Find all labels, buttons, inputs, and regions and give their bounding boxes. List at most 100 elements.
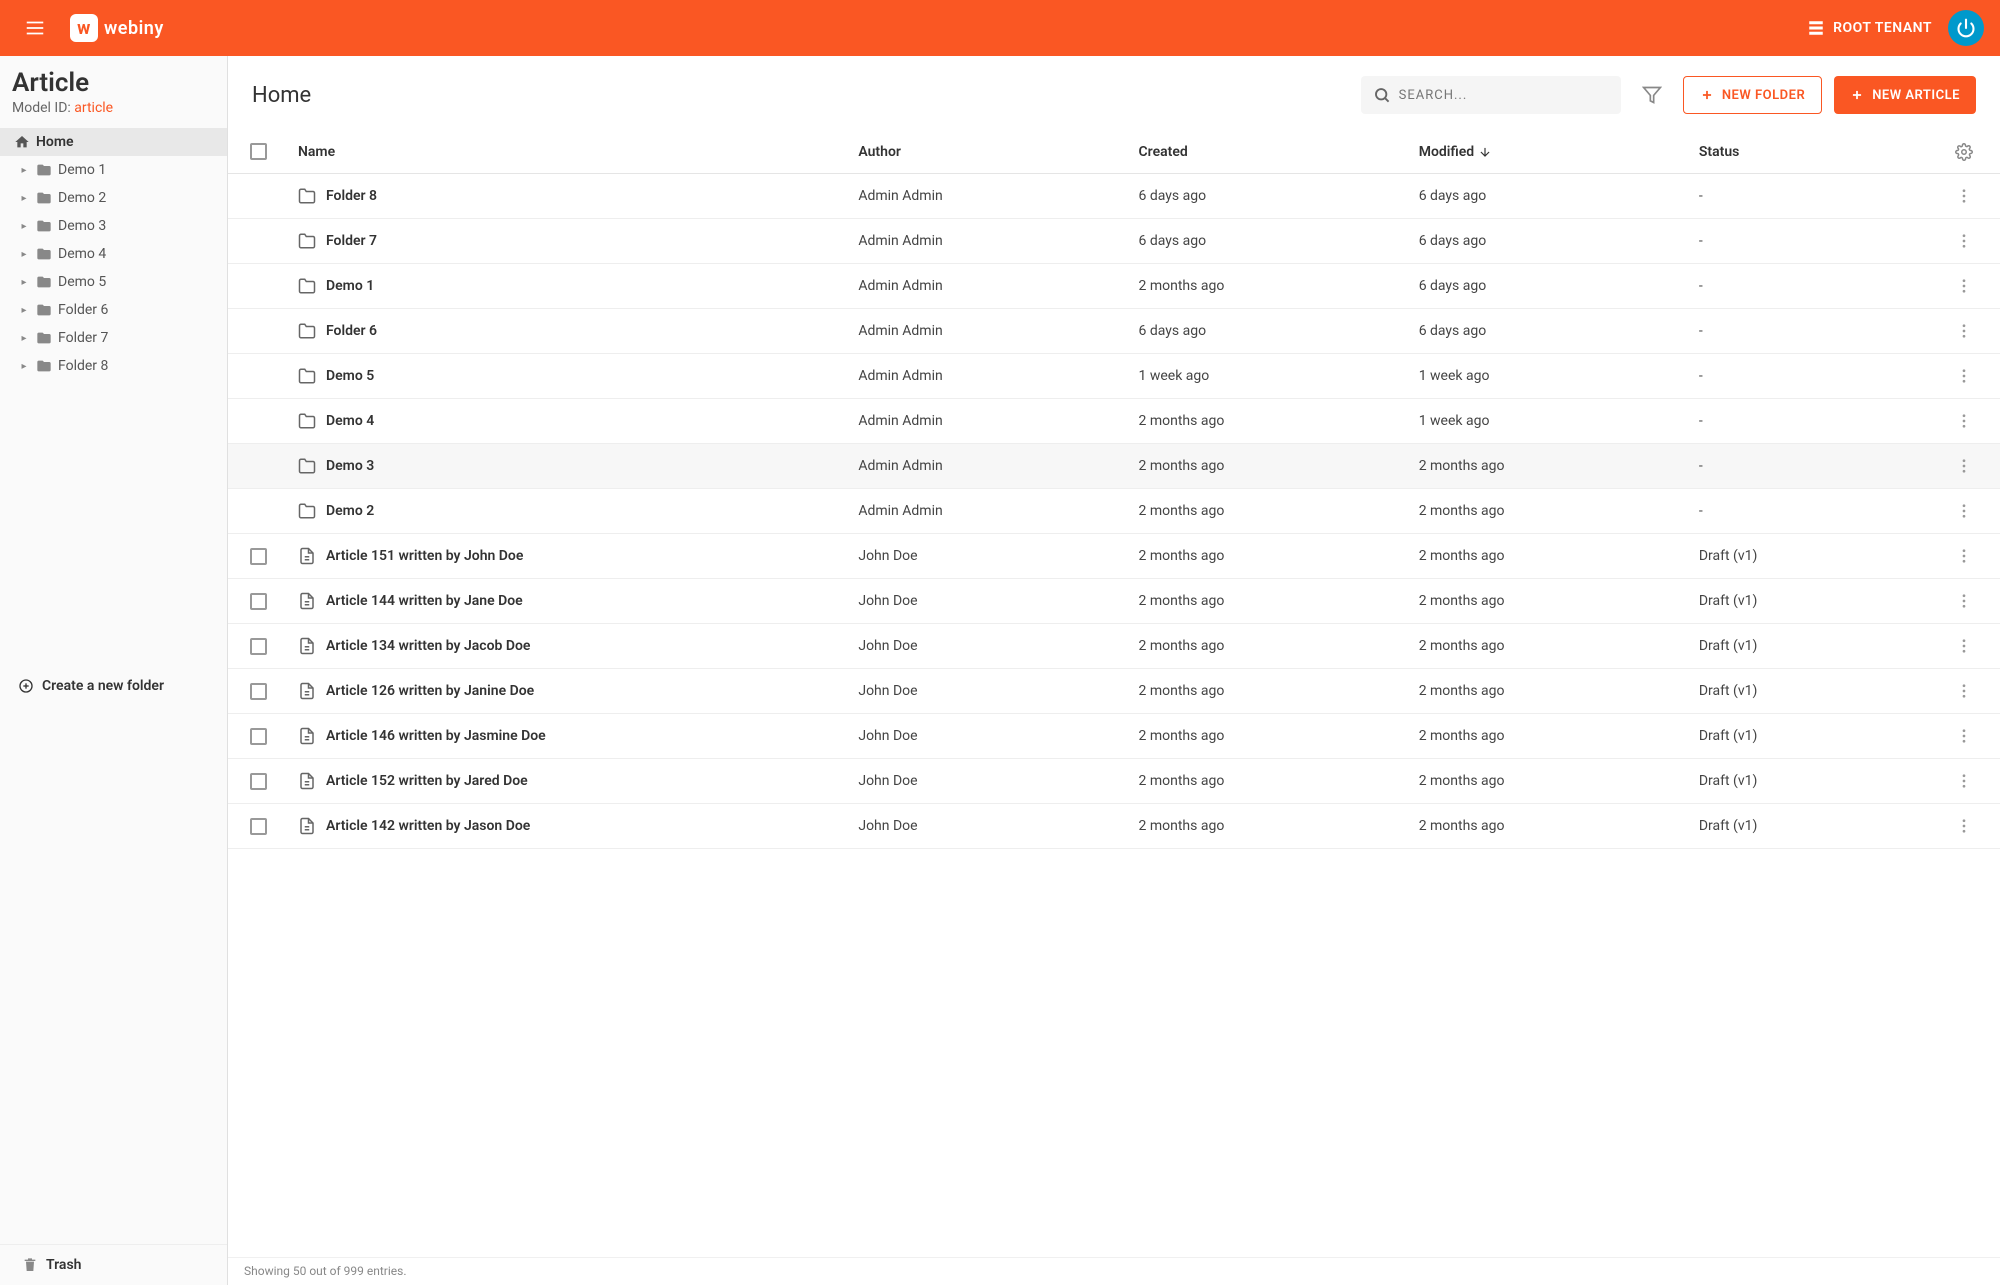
row-created: 2 months ago xyxy=(1139,683,1419,699)
tree-item[interactable]: ▸ Folder 6 xyxy=(0,296,227,324)
table-header-row: Name Author Created Modified Status xyxy=(228,130,2000,174)
table-row[interactable]: Article 146 written by Jasmine Doe John … xyxy=(228,714,2000,759)
table-row[interactable]: Article 152 written by Jared Doe John Do… xyxy=(228,759,2000,804)
select-all-checkbox[interactable] xyxy=(250,143,267,160)
account-button[interactable] xyxy=(1948,10,1984,46)
row-name: Article 144 written by Jane Doe xyxy=(326,593,523,609)
col-header-author[interactable]: Author xyxy=(858,144,1138,160)
col-header-name[interactable]: Name xyxy=(298,144,858,160)
row-name: Demo 3 xyxy=(326,458,374,474)
row-status: - xyxy=(1699,188,1944,204)
file-icon xyxy=(298,637,316,655)
row-actions-button[interactable] xyxy=(1955,637,1973,655)
file-icon xyxy=(298,682,316,700)
row-actions-button[interactable] xyxy=(1955,547,1973,565)
row-checkbox[interactable] xyxy=(250,683,267,700)
row-status: Draft (v1) xyxy=(1699,548,1944,564)
folder-icon xyxy=(298,277,316,295)
table-row[interactable]: Article 134 written by Jacob Doe John Do… xyxy=(228,624,2000,669)
table-row[interactable]: Folder 7 Admin Admin 6 days ago 6 days a… xyxy=(228,219,2000,264)
row-actions-button[interactable] xyxy=(1955,277,1973,295)
row-status: - xyxy=(1699,233,1944,249)
table-footer-count: Showing 50 out of 999 entries. xyxy=(228,1257,2000,1285)
row-checkbox[interactable] xyxy=(250,818,267,835)
trash-button[interactable]: Trash xyxy=(0,1244,227,1285)
row-modified: 6 days ago xyxy=(1419,323,1699,339)
col-header-status[interactable]: Status xyxy=(1699,144,1944,160)
tree-item[interactable]: ▸ Demo 2 xyxy=(0,184,227,212)
brand-logo[interactable]: w webiny xyxy=(70,14,164,42)
row-author: John Doe xyxy=(858,728,1138,744)
create-folder-button[interactable]: Create a new folder xyxy=(0,670,227,702)
row-checkbox[interactable] xyxy=(250,728,267,745)
tree-item[interactable]: ▸ Demo 4 xyxy=(0,240,227,268)
row-author: John Doe xyxy=(858,548,1138,564)
table-row[interactable]: Demo 2 Admin Admin 2 months ago 2 months… xyxy=(228,489,2000,534)
row-author: Admin Admin xyxy=(858,368,1138,384)
table-row[interactable]: Demo 1 Admin Admin 2 months ago 6 days a… xyxy=(228,264,2000,309)
row-actions-button[interactable] xyxy=(1955,682,1973,700)
chevron-right-icon: ▸ xyxy=(18,361,30,372)
tree-item[interactable]: ▸ Folder 7 xyxy=(0,324,227,352)
row-created: 6 days ago xyxy=(1139,233,1419,249)
new-folder-label: NEW FOLDER xyxy=(1722,88,1805,103)
row-modified: 6 days ago xyxy=(1419,278,1699,294)
row-actions-button[interactable] xyxy=(1955,772,1973,790)
new-folder-button[interactable]: NEW FOLDER xyxy=(1683,76,1822,114)
row-status: Draft (v1) xyxy=(1699,818,1944,834)
row-actions-button[interactable] xyxy=(1955,817,1973,835)
table-row[interactable]: Demo 3 Admin Admin 2 months ago 2 months… xyxy=(228,444,2000,489)
tree-item[interactable]: ▸ Folder 8 xyxy=(0,352,227,380)
tree-item[interactable]: ▸ Demo 1 xyxy=(0,156,227,184)
table-row[interactable]: Article 151 written by John Doe John Doe… xyxy=(228,534,2000,579)
filter-button[interactable] xyxy=(1633,76,1671,114)
file-icon xyxy=(298,817,316,835)
folder-icon xyxy=(36,302,52,318)
table-row[interactable]: Article 142 written by Jason Doe John Do… xyxy=(228,804,2000,849)
row-actions-button[interactable] xyxy=(1955,322,1973,340)
row-modified: 2 months ago xyxy=(1419,818,1699,834)
table-row[interactable]: Article 144 written by Jane Doe John Doe… xyxy=(228,579,2000,624)
row-actions-button[interactable] xyxy=(1955,592,1973,610)
tenant-selector[interactable]: ROOT TENANT xyxy=(1807,19,1932,37)
table-row[interactable]: Folder 6 Admin Admin 6 days ago 6 days a… xyxy=(228,309,2000,354)
row-status: - xyxy=(1699,458,1944,474)
new-article-button[interactable]: NEW ARTICLE xyxy=(1834,76,1976,114)
row-checkbox[interactable] xyxy=(250,638,267,655)
row-actions-button[interactable] xyxy=(1955,727,1973,745)
search-box[interactable] xyxy=(1361,76,1621,114)
top-bar: w webiny ROOT TENANT xyxy=(0,0,2000,56)
row-checkbox[interactable] xyxy=(250,548,267,565)
search-input[interactable] xyxy=(1399,88,1609,103)
table-row[interactable]: Demo 4 Admin Admin 2 months ago 1 week a… xyxy=(228,399,2000,444)
menu-toggle-button[interactable] xyxy=(16,9,54,47)
row-checkbox[interactable] xyxy=(250,593,267,610)
row-checkbox[interactable] xyxy=(250,773,267,790)
tree-item-label: Folder 6 xyxy=(58,302,108,318)
sort-desc-icon xyxy=(1478,145,1492,159)
tree-item-home[interactable]: Home xyxy=(0,128,227,156)
row-actions-button[interactable] xyxy=(1955,232,1973,250)
plus-circle-icon xyxy=(18,678,34,694)
row-modified: 2 months ago xyxy=(1419,458,1699,474)
tree-item-label: Home xyxy=(36,134,74,150)
tree-item[interactable]: ▸ Demo 3 xyxy=(0,212,227,240)
folder-icon xyxy=(36,190,52,206)
tree-item-label: Folder 8 xyxy=(58,358,108,374)
table-row[interactable]: Folder 8 Admin Admin 6 days ago 6 days a… xyxy=(228,174,2000,219)
col-header-modified[interactable]: Modified xyxy=(1419,144,1699,160)
table-row[interactable]: Demo 5 Admin Admin 1 week ago 1 week ago… xyxy=(228,354,2000,399)
row-actions-button[interactable] xyxy=(1955,457,1973,475)
row-actions-button[interactable] xyxy=(1955,187,1973,205)
row-status: - xyxy=(1699,323,1944,339)
file-icon xyxy=(298,592,316,610)
model-id-value[interactable]: article xyxy=(74,100,113,116)
tree-item[interactable]: ▸ Demo 5 xyxy=(0,268,227,296)
row-actions-button[interactable] xyxy=(1955,367,1973,385)
col-header-created[interactable]: Created xyxy=(1139,144,1419,160)
row-actions-button[interactable] xyxy=(1955,412,1973,430)
table-settings-button[interactable] xyxy=(1955,143,1973,161)
row-actions-button[interactable] xyxy=(1955,502,1973,520)
table-row[interactable]: Article 126 written by Janine Doe John D… xyxy=(228,669,2000,714)
folder-icon xyxy=(36,358,52,374)
